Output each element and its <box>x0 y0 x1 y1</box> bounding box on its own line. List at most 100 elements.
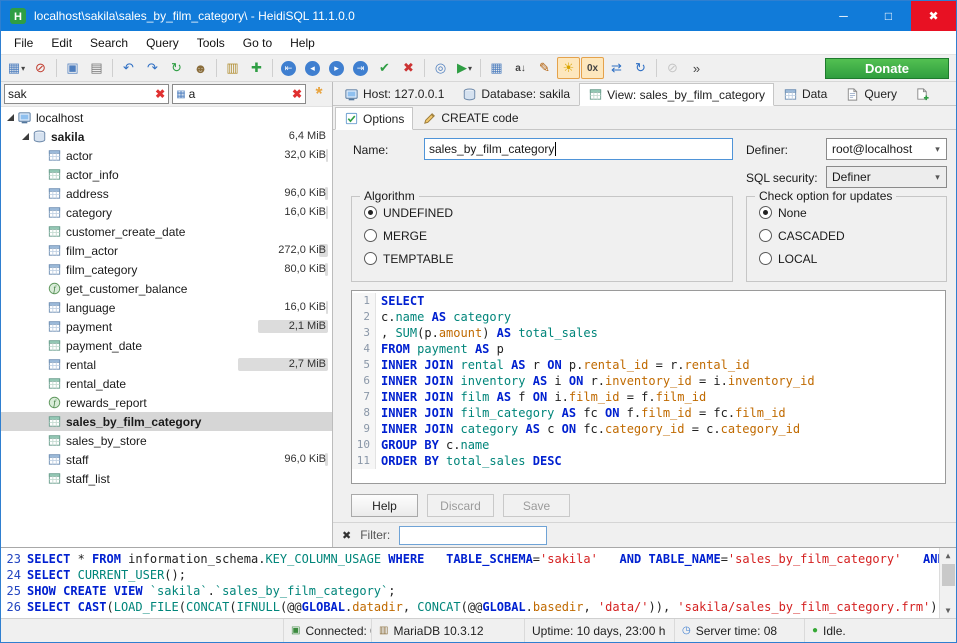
post-changes-icon[interactable]: ✔ <box>373 57 396 79</box>
swap-icon[interactable]: ⇄ <box>605 57 628 79</box>
tree-item-rewards_report[interactable]: frewards_report <box>1 393 332 412</box>
tab-new-query[interactable] <box>906 83 939 105</box>
close-button[interactable]: ✖ <box>911 1 956 31</box>
tab-host[interactable]: Host: 127.0.0.1 <box>335 83 453 105</box>
radio-none[interactable]: None <box>759 205 946 220</box>
syntax-highlight-icon[interactable]: ☀ <box>557 57 580 79</box>
tab-data[interactable]: Data <box>774 83 836 105</box>
tree-item-payment[interactable]: payment2,1 MiB <box>1 317 332 336</box>
disconnect-icon[interactable]: ⊘ <box>29 57 52 79</box>
last-record-icon[interactable]: ⇥ <box>349 57 372 79</box>
tree-item-sales_by_film_category[interactable]: sales_by_film_category <box>1 412 332 431</box>
user-manager-icon[interactable]: ☻ <box>189 57 212 79</box>
session-manager-icon[interactable]: ▦▾ <box>5 57 28 79</box>
definer-combo[interactable]: root@localhost ▾ <box>826 138 947 160</box>
menu-tools[interactable]: Tools <box>188 32 234 54</box>
sql-security-combo[interactable]: Definer ▾ <box>826 166 947 188</box>
menu-edit[interactable]: Edit <box>42 32 81 54</box>
favorites-filter-icon[interactable]: * <box>309 86 329 102</box>
tree-item-language[interactable]: language16,0 KiB <box>1 298 332 317</box>
status-server-time: ◷Server time: 08 <box>675 619 805 642</box>
help-button[interactable]: Help <box>351 494 418 517</box>
database-filter-input[interactable]: ▦ a ✖ <box>172 84 306 104</box>
run-query-icon[interactable]: ▶▾ <box>453 57 476 79</box>
radio-cascaded[interactable]: CASCADED <box>759 228 946 243</box>
tab-database[interactable]: Database: sakila <box>453 83 579 105</box>
print-icon[interactable]: ▤ <box>85 57 108 79</box>
tab-create-code[interactable]: CREATE code <box>413 107 527 129</box>
tree-item-staff[interactable]: staff96,0 KiB <box>1 450 332 469</box>
redo-icon[interactable]: ↷ <box>141 57 164 79</box>
reconnect-icon[interactable]: ↻ <box>629 57 652 79</box>
scroll-up-icon[interactable]: ▲ <box>946 548 951 563</box>
code-line-11: 11ORDER BY total_sales DESC <box>352 453 945 469</box>
radio-temptable[interactable]: TEMPTABLE <box>364 251 732 266</box>
discard-button[interactable]: Discard <box>427 494 494 517</box>
tab-options[interactable]: Options <box>335 107 413 130</box>
save-button[interactable]: Save <box>503 494 570 517</box>
tree-item-sakila[interactable]: sakila6,4 MiB <box>1 127 332 146</box>
expand-arrow-icon[interactable] <box>20 132 31 141</box>
tree-item-payment_date[interactable]: payment_date <box>1 336 332 355</box>
radio-undefined[interactable]: UNDEFINED <box>364 205 732 220</box>
tree-item-actor_info[interactable]: actor_info <box>1 165 332 184</box>
cancel-editing-icon[interactable]: ✖ <box>397 57 420 79</box>
tree-item-rental[interactable]: rental2,7 MiB <box>1 355 332 374</box>
tree-item-sales_by_store[interactable]: sales_by_store <box>1 431 332 450</box>
more-buttons-icon[interactable]: » <box>685 57 708 79</box>
filter-input[interactable] <box>399 526 547 545</box>
menu-go-to[interactable]: Go to <box>234 32 281 54</box>
tree-item-staff_list[interactable]: staff_list <box>1 469 332 488</box>
tree-item-category[interactable]: category16,0 KiB <box>1 203 332 222</box>
tree-item-localhost[interactable]: localhost <box>1 108 332 127</box>
tree-item-film_category[interactable]: film_category80,0 KiB <box>1 260 332 279</box>
tree-item-customer_create_date[interactable]: customer_create_date <box>1 222 332 241</box>
copy-icon[interactable]: ▣ <box>61 57 84 79</box>
tree-item-address[interactable]: address96,0 KiB <box>1 184 332 203</box>
insert-row-icon[interactable]: ✚ <box>245 57 268 79</box>
previous-record-icon[interactable]: ◂ <box>301 57 324 79</box>
scrollbar-thumb[interactable] <box>942 564 955 586</box>
next-record-icon[interactable]: ▸ <box>325 57 348 79</box>
column-sort-icon[interactable]: a↓ <box>509 57 532 79</box>
code-line-10: 10GROUP BY c.name <box>352 437 945 453</box>
tab-query[interactable]: Query <box>836 83 906 105</box>
reformat-sql-icon[interactable]: ✎ <box>533 57 556 79</box>
maximize-button[interactable]: □ <box>866 1 911 31</box>
first-record-icon[interactable]: ⇤ <box>277 57 300 79</box>
definer-label: Definer: <box>746 143 788 157</box>
menu-search[interactable]: Search <box>81 32 137 54</box>
scroll-down-icon[interactable]: ▼ <box>946 603 951 618</box>
minimize-button[interactable]: ─ <box>821 1 866 31</box>
tree-item-film_actor[interactable]: film_actor272,0 KiB <box>1 241 332 260</box>
log-scrollbar[interactable]: ▲ ▼ <box>939 548 956 618</box>
expand-arrow-icon[interactable] <box>5 113 16 122</box>
radio-local[interactable]: LOCAL <box>759 251 946 266</box>
menu-query[interactable]: Query <box>137 32 188 54</box>
menu-help[interactable]: Help <box>281 32 324 54</box>
donate-button[interactable]: Donate <box>825 58 949 79</box>
clear-database-filter-icon[interactable]: ✖ <box>292 87 302 101</box>
export-grid-icon[interactable]: ▦ <box>485 57 508 79</box>
export-database-icon[interactable]: ▥ <box>221 57 244 79</box>
clear-table-filter-icon[interactable]: ✖ <box>155 87 165 101</box>
toolbar-separator <box>656 59 657 77</box>
code-line-4: 4FROM payment AS p <box>352 341 945 357</box>
table-filter-input[interactable]: sak ✖ <box>4 84 169 104</box>
tree-item-get_customer_balance[interactable]: fget_customer_balance <box>1 279 332 298</box>
code-line-24: 24SELECT CURRENT_USER(); <box>1 567 939 583</box>
view-sql-editor[interactable]: 1SELECT2c.name AS category3, SUM(p.amoun… <box>351 290 946 484</box>
radio-merge[interactable]: MERGE <box>364 228 732 243</box>
menu-file[interactable]: File <box>5 32 42 54</box>
tab-view[interactable]: View: sales_by_film_category <box>579 83 774 106</box>
tree-item-label: localhost <box>33 111 83 125</box>
tree-item-rental_date[interactable]: rental_date <box>1 374 332 393</box>
close-filter-icon[interactable]: ✖ <box>342 529 351 542</box>
find-text-icon[interactable]: ◎ <box>429 57 452 79</box>
tree-item-actor[interactable]: actor32,0 KiB <box>1 146 332 165</box>
view-name-input[interactable]: sales_by_film_category <box>424 138 733 160</box>
binary-viewer-icon[interactable]: 0x <box>581 57 604 79</box>
toolbar-separator <box>56 59 57 77</box>
refresh-icon[interactable]: ↻ <box>165 57 188 79</box>
undo-icon[interactable]: ↶ <box>117 57 140 79</box>
